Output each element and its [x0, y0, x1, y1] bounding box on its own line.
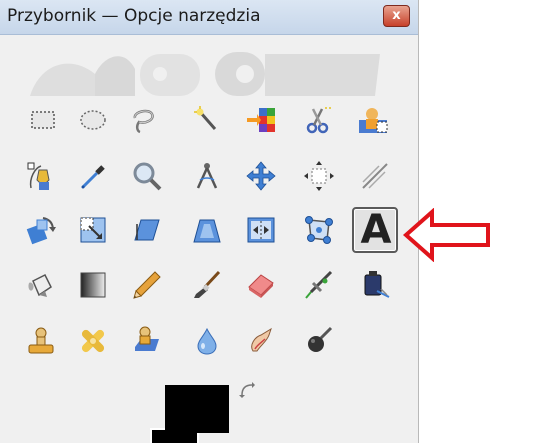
ellipse-select-tool-icon [80, 110, 106, 130]
tool-scissors-select[interactable] [300, 101, 338, 139]
tool-clone[interactable] [22, 322, 60, 360]
tool-ellipse-select[interactable] [74, 101, 112, 139]
window-title: Przybornik — Opcje narzędzia [7, 6, 261, 26]
tool-flip[interactable] [242, 211, 280, 249]
tool-bucket-fill[interactable] [22, 266, 60, 304]
align-tool-icon [304, 161, 334, 191]
ink-tool-icon [364, 271, 390, 298]
tool-ink[interactable] [356, 266, 394, 304]
text-tool-icon: A [360, 207, 392, 253]
perspective-tool-icon [193, 219, 221, 243]
rect-select-tool-icon [31, 111, 55, 129]
annotation-arrow-icon [402, 208, 490, 262]
blend-tool-icon [80, 272, 106, 298]
tool-align[interactable] [300, 157, 338, 195]
blur-sharpen-tool-icon [197, 327, 217, 355]
tool-crop[interactable] [356, 157, 394, 195]
crop-tool-icon [362, 163, 388, 189]
tool-fuzzy-select[interactable] [188, 101, 226, 139]
move-tool-icon [246, 161, 276, 191]
tool-dodge-burn[interactable] [300, 322, 338, 360]
toolbox-window: Przybornik — Opcje narzędzia x A [0, 0, 419, 443]
tool-move[interactable] [242, 157, 280, 195]
tool-color-picker[interactable] [74, 157, 112, 195]
tool-perspective[interactable] [188, 211, 226, 249]
tool-perspective-clone[interactable] [128, 322, 166, 360]
fuzzy-select-tool-icon [194, 106, 217, 130]
paths-tool-icon [27, 162, 50, 190]
fg-bg-color-area [150, 375, 270, 443]
free-select-tool-icon [133, 109, 154, 134]
foreground-select-tool-icon [359, 108, 388, 133]
tool-heal[interactable] [74, 322, 112, 360]
tool-paths[interactable] [22, 157, 60, 195]
tool-paintbrush[interactable] [188, 266, 226, 304]
paintbrush-tool-icon [194, 270, 221, 298]
tool-rotate[interactable] [22, 211, 60, 249]
bucket-fill-tool-icon [28, 273, 52, 297]
cage-transform-tool-icon [305, 216, 333, 244]
title-bar[interactable]: Przybornik — Opcje narzędzia x [0, 0, 418, 35]
tool-text[interactable]: A [352, 207, 398, 253]
tool-cage-transform[interactable] [300, 211, 338, 249]
heal-tool-icon [81, 329, 105, 353]
tool-pencil[interactable] [128, 266, 166, 304]
clone-tool-icon [28, 327, 54, 354]
wilber-dropzone-icon [30, 52, 380, 96]
color-picker-tool-icon [81, 165, 105, 189]
tool-shear[interactable] [128, 211, 166, 249]
rotate-tool-icon [26, 217, 56, 245]
zoom-tool-icon [133, 162, 162, 191]
tool-select-by-color[interactable] [242, 101, 280, 139]
tool-rect-select[interactable] [24, 101, 62, 139]
tool-airbrush[interactable] [300, 266, 338, 304]
tool-smudge[interactable] [242, 322, 280, 360]
measure-tool-icon [196, 163, 218, 189]
eraser-tool-icon [248, 274, 274, 298]
close-icon: x [392, 8, 401, 23]
tool-eraser[interactable] [242, 266, 280, 304]
foreground-color-swatch[interactable] [165, 385, 229, 433]
tool-free-select[interactable] [124, 101, 162, 139]
shear-tool-icon [134, 219, 160, 241]
tool-measure[interactable] [188, 157, 226, 195]
select-by-color-tool-icon [247, 108, 275, 132]
swap-colors-icon[interactable] [238, 381, 256, 399]
dodge-burn-tool-icon [308, 326, 333, 352]
tool-foreground-select[interactable] [354, 101, 392, 139]
tool-zoom[interactable] [128, 157, 166, 195]
tool-scale[interactable] [74, 211, 112, 249]
scale-tool-icon [80, 217, 106, 243]
airbrush-tool-icon [305, 270, 333, 299]
tool-blur-sharpen[interactable] [188, 322, 226, 360]
flip-tool-icon [247, 217, 275, 243]
tool-blend[interactable] [74, 266, 112, 304]
smudge-tool-icon [251, 327, 272, 352]
pencil-tool-icon [133, 271, 161, 299]
close-button[interactable]: x [383, 5, 410, 27]
perspective-clone-tool-icon [135, 326, 159, 351]
scissors-select-tool-icon [306, 107, 333, 134]
